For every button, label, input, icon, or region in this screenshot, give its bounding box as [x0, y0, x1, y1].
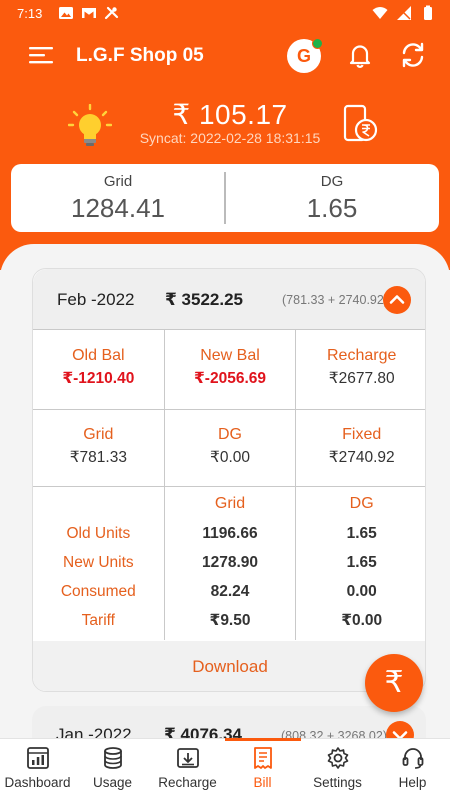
chevron-up-icon[interactable] [383, 286, 411, 314]
shop-title: L.G.F Shop 05 [76, 45, 204, 66]
dg-meter-label: DG [320, 173, 344, 190]
menu-icon[interactable] [28, 42, 54, 68]
bill-total: ₹ 3522.25 [165, 290, 244, 309]
fixed-charge-value: ₹2740.92 [328, 449, 395, 466]
nav-help-label: Help [398, 775, 427, 790]
bill-card-header[interactable]: Feb -2022 ₹ 3522.25 (781.33 + 2740.92) [33, 269, 425, 329]
wifi-icon [372, 7, 388, 19]
old-balance-value: ₹-1210.40 [62, 370, 135, 387]
database-icon [103, 747, 122, 769]
headset-icon [402, 748, 423, 769]
units-table: Old Units New Units Consumed Tariff Grid… [33, 486, 425, 640]
nav-settings-label: Settings [313, 775, 362, 790]
fixed-charge-cell: Fixed ₹2740.92 [296, 410, 425, 486]
units-grid-value: 1196.66 [202, 525, 258, 542]
units-dg-header: DG [349, 495, 374, 512]
units-dg-value: 1.65 [346, 554, 377, 571]
units-dg-value: 1.65 [346, 525, 377, 542]
recharge-icon [176, 748, 199, 768]
units-dg-column: DG 1.65 1.65 0.00 ₹0.00 [296, 487, 425, 640]
nav-dashboard[interactable]: Dashboard [0, 739, 75, 800]
recharge-value: ₹2677.80 [328, 370, 395, 387]
nav-dashboard-label: Dashboard [4, 775, 71, 790]
system-icons [372, 5, 436, 21]
dg-charge-value: ₹0.00 [209, 449, 251, 466]
phone-payment-icon[interactable] [342, 104, 378, 144]
units-row-label: Consumed [60, 583, 136, 600]
dashboard-icon [26, 747, 49, 769]
status-bar: 7:13 [0, 0, 450, 28]
units-grid-column: Grid 1196.66 1278.90 82.24 ₹9.50 [165, 487, 297, 640]
header-background: 7:13 L.G.F Shop 05 G ₹ 105.17 Syncat: 20… [0, 0, 450, 270]
current-balance: ₹ 105.17 [172, 99, 288, 130]
toolbar: L.G.F Shop 05 G [0, 34, 450, 78]
recharge-fab-button[interactable]: ₹ [365, 654, 423, 712]
avatar-letter: G [296, 45, 311, 66]
units-grid-header: Grid [214, 495, 246, 512]
grid-meter-label: Grid [103, 173, 133, 190]
nav-bill-label: Bill [253, 775, 272, 790]
recharge-cell: Recharge ₹2677.80 [296, 330, 425, 409]
signal-icon [397, 6, 411, 20]
app-screen: 7:13 L.G.F Shop 05 G ₹ 105.17 Syncat: 20… [0, 0, 450, 800]
new-balance-cell: New Bal ₹-2056.69 [165, 330, 297, 409]
nav-active-indicator [225, 738, 301, 741]
bill-breakdown: (781.33 + 2740.92) [282, 293, 388, 307]
bill-icon [253, 747, 272, 769]
image-icon [59, 7, 73, 19]
grid-charge-cell: Grid ₹781.33 [33, 410, 165, 486]
old-balance-cell: Old Bal ₹-1210.40 [33, 330, 165, 409]
units-label-header [33, 487, 164, 519]
notification-icons [58, 5, 120, 21]
bell-icon[interactable] [345, 40, 375, 70]
grid-meter: Grid 1284.41 [11, 164, 225, 232]
units-grid-value: 82.24 [210, 583, 250, 600]
nav-usage-label: Usage [92, 775, 133, 790]
new-balance-value: ₹-2056.69 [194, 370, 266, 387]
recharge-label: Recharge [326, 347, 397, 364]
units-row-label: Old Units [66, 525, 131, 542]
status-time: 7:13 [17, 6, 43, 21]
fixed-charge-label: Fixed [342, 426, 382, 443]
avatar[interactable]: G [287, 38, 323, 73]
grid-meter-value: 1284.41 [71, 193, 165, 223]
nav-bill[interactable]: Bill [225, 739, 300, 800]
grid-charge-value: ₹781.33 [69, 449, 127, 466]
bottom-navigation: Dashboard Usage Recharge Bill Settings H… [0, 738, 450, 800]
new-balance-label: New Bal [200, 347, 260, 364]
gear-icon [327, 747, 348, 769]
dg-meter-value: 1.65 [306, 193, 358, 223]
units-dg-value: ₹0.00 [341, 612, 383, 629]
balance-row: Old Bal ₹-1210.40 New Bal ₹-2056.69 Rech… [33, 329, 425, 409]
bill-card-expanded: Feb -2022 ₹ 3522.25 (781.33 + 2740.92) O… [32, 268, 426, 692]
refresh-icon[interactable] [398, 40, 428, 70]
online-status-dot [312, 38, 323, 49]
units-row-label: Tariff [81, 612, 115, 629]
battery-icon [424, 5, 432, 20]
meter-reading-card: Grid 1284.41 DG 1.65 [11, 164, 439, 232]
nav-settings[interactable]: Settings [300, 739, 375, 800]
gmail-icon [82, 8, 96, 18]
tools-icon [104, 6, 119, 20]
dg-charge-cell: DG ₹0.00 [165, 410, 297, 486]
grid-charge-label: Grid [83, 426, 114, 443]
nav-recharge[interactable]: Recharge [150, 739, 225, 800]
dg-charge-label: DG [218, 426, 242, 443]
nav-help[interactable]: Help [375, 739, 450, 800]
bill-month: Feb -2022 [57, 290, 135, 309]
units-row-label: New Units [63, 554, 134, 571]
nav-recharge-label: Recharge [158, 775, 217, 790]
units-label-column: Old Units New Units Consumed Tariff [33, 487, 165, 640]
lightbulb-icon [68, 104, 112, 146]
units-grid-value: ₹9.50 [209, 612, 251, 629]
old-balance-label: Old Bal [72, 347, 125, 364]
units-dg-value: 0.00 [346, 583, 377, 600]
nav-usage[interactable]: Usage [75, 739, 150, 800]
units-grid-value: 1278.90 [201, 554, 259, 571]
dg-meter: DG 1.65 [225, 164, 439, 232]
sync-timestamp: Syncat: 2022-02-28 18:31:15 [139, 130, 321, 146]
charges-row: Grid ₹781.33 DG ₹0.00 Fixed ₹2740.92 [33, 409, 425, 486]
